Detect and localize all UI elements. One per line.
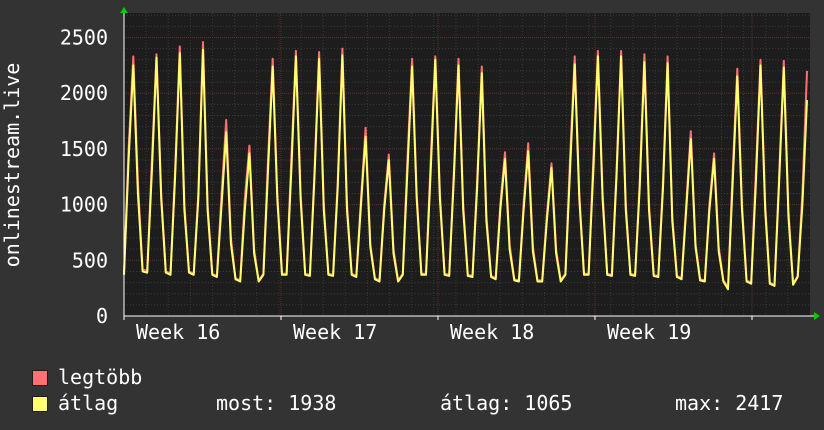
traffic-chart: 0 500 1000 1500 2000 2500 Week 16 Week 17 Week …: [0, 0, 824, 430]
y-axis-label-wrap: onlinestream.live: [0, 0, 24, 316]
stat-average: átlag: 1065: [440, 391, 573, 415]
legend-swatch-max: [32, 370, 48, 386]
legend: legtöbb átlag most: 1938 átlag: 1065 max…: [0, 360, 824, 430]
legend-label-max: legtöbb: [58, 365, 143, 389]
y-tick-label: 2500: [60, 26, 108, 50]
x-tick-labels: Week 16 Week 17 Week 18 Week 19: [136, 320, 691, 344]
y-axis-arrow: [120, 7, 128, 13]
x-tick-label: Week 17: [293, 320, 377, 344]
y-tick-label: 1500: [60, 137, 108, 161]
legend-label-avg: átlag: [58, 391, 119, 415]
y-tick-label: 2000: [60, 81, 108, 105]
x-tick-label: Week 18: [450, 320, 534, 344]
x-tick-label: Week 19: [607, 320, 691, 344]
y-tick-label: 500: [72, 248, 108, 272]
stat-now: most: 1938: [216, 391, 337, 415]
x-tick-label: Week 16: [136, 320, 220, 344]
legend-swatch-avg: [32, 396, 48, 412]
x-axis-arrow: [814, 312, 820, 320]
y-axis-label: onlinestream.live: [0, 62, 24, 268]
y-tick-label: 1000: [60, 193, 108, 217]
y-tick-label: 0: [96, 304, 108, 328]
stat-max: max: 2417: [675, 391, 784, 415]
y-tick-labels: 0 500 1000 1500 2000 2500: [60, 26, 108, 328]
